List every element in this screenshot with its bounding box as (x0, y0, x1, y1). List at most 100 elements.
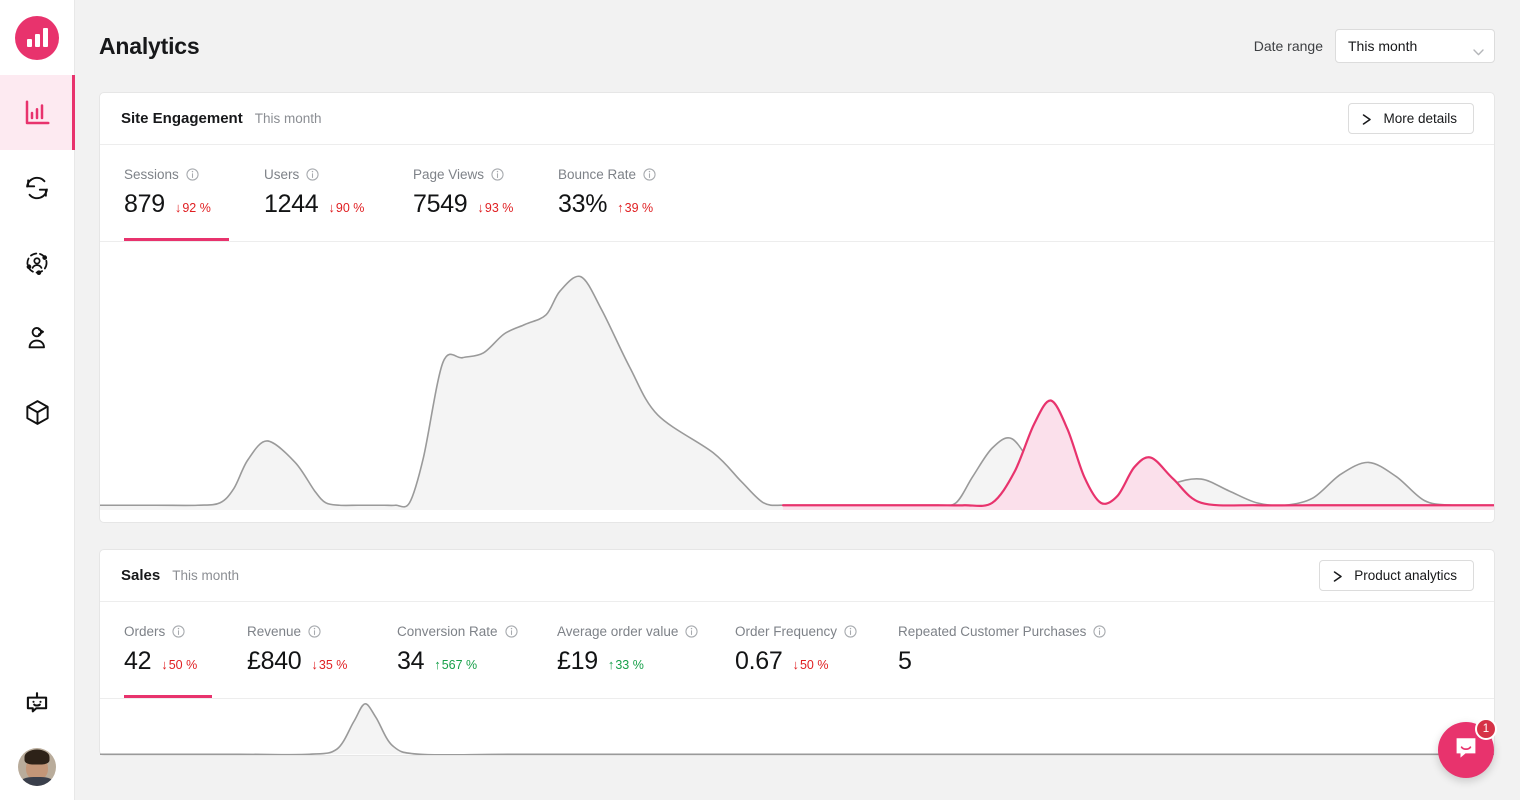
info-icon[interactable] (172, 625, 185, 638)
avatar-shirt (20, 777, 54, 786)
metric-value: 0.67 (735, 647, 783, 675)
info-icon[interactable] (186, 168, 199, 181)
sidebar-item-customers[interactable] (0, 300, 75, 375)
arrow-down-icon: ↓ (161, 657, 168, 672)
metric-value-row: 1244 ↓ 90 % (264, 190, 413, 219)
card-subtitle: This month (254, 111, 322, 126)
metric-label: Revenue (247, 624, 397, 639)
metric-label: Bounce Rate (558, 167, 718, 182)
sidebar-item-products[interactable] (0, 375, 75, 450)
metric-value-row: £19 ↑ 33 % (557, 647, 735, 676)
analytics-dashboard: Analytics Date range This month Site Eng… (0, 0, 1520, 800)
metric-average-order-value[interactable]: Average order value £19 ↑ 33 % (557, 624, 735, 698)
sales-header: Sales This month Product analytics (100, 550, 1494, 602)
chat-badge: 1 (1475, 718, 1497, 740)
chart-line-0 (100, 276, 1494, 507)
chat-launcher[interactable]: 1 (1438, 718, 1497, 778)
metric-delta: ↑ 39 % (617, 201, 653, 215)
metric-repeated-customer-purchases[interactable]: Repeated Customer Purchases 5 (898, 624, 1138, 698)
metric-delta: ↓ 90 % (328, 201, 364, 215)
arrow-down-icon: ↓ (174, 200, 182, 215)
sidebar (0, 0, 75, 800)
metric-active-underline (124, 695, 212, 698)
info-icon[interactable] (844, 625, 857, 638)
metric-label: Repeated Customer Purchases (898, 624, 1138, 639)
more-details-button[interactable]: More details (1348, 103, 1474, 134)
sales-chart (100, 699, 1494, 755)
metric-value-row: £840 ↓ 35 % (247, 647, 397, 676)
metric-order-frequency[interactable]: Order Frequency 0.67 ↓ 50 % (735, 624, 898, 698)
metric-value-row: 879 ↓ 92 % (124, 190, 264, 219)
info-icon[interactable] (308, 625, 321, 638)
metric-delta: ↑ 567 % (434, 658, 477, 672)
metric-sessions[interactable]: Sessions 879 ↓ 92 % (124, 167, 264, 241)
card-title: Sales (121, 567, 161, 584)
metric-label: Page Views (413, 167, 558, 182)
box-package-icon (23, 398, 52, 427)
metric-label: Users (264, 167, 413, 182)
metric-delta-text: 50 % (799, 657, 829, 672)
metric-delta: ↓ 35 % (311, 658, 347, 672)
metric-value: 33% (558, 190, 608, 218)
metric-label: Conversion Rate (397, 624, 557, 639)
chart-area-0 (100, 276, 1494, 510)
info-icon[interactable] (643, 168, 656, 181)
sidebar-item-analytics[interactable] (0, 75, 75, 150)
logo-bar-2 (34, 33, 40, 47)
chart-area-0 (100, 703, 1494, 755)
metric-delta-text: 93 % (484, 200, 514, 215)
metric-value: £840 (247, 647, 302, 675)
metric-value-row: 33% ↑ 39 % (558, 190, 718, 219)
sidebar-nav (0, 75, 75, 450)
metric-delta: ↓ 93 % (477, 201, 513, 215)
sidebar-item-sync[interactable] (0, 150, 75, 225)
info-icon[interactable] (1093, 625, 1106, 638)
chart-line-0 (100, 704, 1494, 755)
metric-value: 42 (124, 647, 152, 675)
metric-label: Order Frequency (735, 624, 898, 639)
metric-label: Orders (124, 624, 247, 639)
card-subtitle: This month (172, 568, 239, 583)
site-engagement-metrics: Sessions 879 ↓ 92 % Users 1244 ↓ 90 % Page Views… (100, 145, 1494, 242)
metric-label: Sessions (124, 167, 264, 182)
main-content: Analytics Date range This month Site Eng… (75, 0, 1520, 800)
date-range-select[interactable]: This month (1335, 29, 1495, 63)
info-icon[interactable] (491, 168, 504, 181)
metric-bounce-rate[interactable]: Bounce Rate 33% ↑ 39 % (558, 167, 718, 241)
user-avatar[interactable] (18, 748, 56, 786)
metric-value: 34 (397, 647, 425, 675)
site-engagement-chart (100, 242, 1494, 522)
metric-delta-text: 39 % (624, 200, 654, 215)
product-analytics-button[interactable]: Product analytics (1319, 560, 1474, 591)
sales-card: Sales This month Product analytics Order… (99, 549, 1495, 756)
topbar: Analytics Date range This month (75, 0, 1520, 92)
arrow-down-icon: ↓ (792, 657, 799, 672)
metric-value-row: 7549 ↓ 93 % (413, 190, 558, 219)
metric-delta: ↓ 92 % (175, 201, 211, 215)
metric-revenue[interactable]: Revenue £840 ↓ 35 % (247, 624, 397, 698)
logo-container[interactable] (0, 0, 74, 75)
logo-bar-1 (26, 38, 32, 47)
arrow-down-icon: ↓ (311, 657, 318, 672)
metric-value-row: 42 ↓ 50 % (124, 647, 247, 676)
info-icon[interactable] (306, 168, 319, 181)
refresh-sync-icon (23, 174, 51, 202)
avatar-hair (24, 749, 50, 765)
info-icon[interactable] (685, 625, 698, 638)
metric-value-row: 0.67 ↓ 50 % (735, 647, 898, 676)
metric-label-text: Average order value (557, 624, 679, 639)
metric-users[interactable]: Users 1244 ↓ 90 % (264, 167, 413, 241)
metric-conversion-rate[interactable]: Conversion Rate 34 ↑ 567 % (397, 624, 557, 698)
metric-page-views[interactable]: Page Views 7549 ↓ 93 % (413, 167, 558, 241)
analytics-logo (15, 15, 59, 60)
metric-delta-text: 567 % (441, 657, 478, 672)
sidebar-item-bot[interactable] (0, 665, 75, 740)
metric-label-text: Users (264, 167, 300, 182)
metric-label-text: Orders (124, 624, 166, 639)
sidebar-bottom (0, 665, 74, 800)
metric-delta-text: 92 % (182, 200, 211, 215)
metric-delta-text: 90 % (335, 200, 365, 215)
sidebar-item-audience[interactable] (0, 225, 75, 300)
metric-orders[interactable]: Orders 42 ↓ 50 % (124, 624, 247, 698)
info-icon[interactable] (504, 625, 518, 638)
